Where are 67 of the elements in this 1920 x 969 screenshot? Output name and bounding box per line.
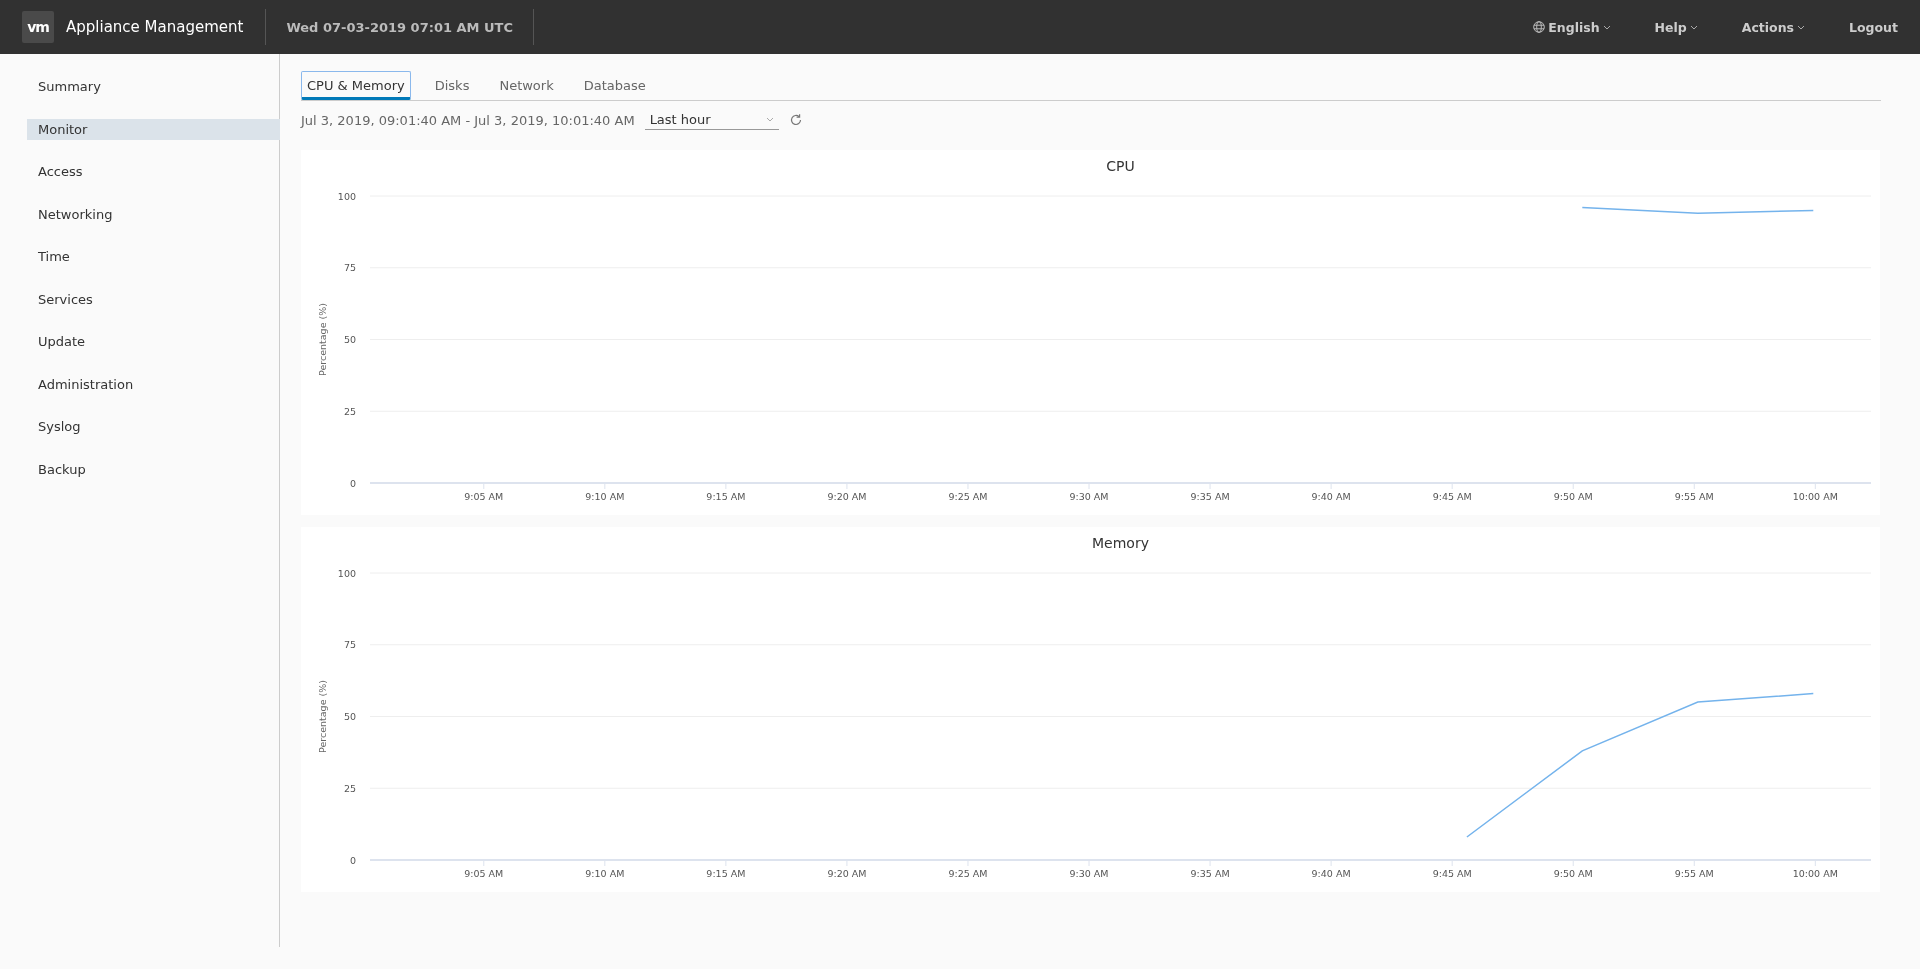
logo: vm — [22, 11, 54, 43]
caret-icon — [1689, 24, 1698, 30]
axis-tick-label: 50 — [343, 334, 356, 345]
sidebar-item[interactable]: Services — [27, 288, 280, 310]
caret-icon — [1602, 24, 1611, 30]
axis-tick-label: 9:05 AM — [464, 868, 504, 879]
axis-tick-label: 9:45 AM — [1432, 491, 1472, 502]
globe-icon — [1533, 21, 1546, 33]
axis-tick-label: 9:55 AM — [1674, 491, 1714, 502]
axis-tick-label: 9:30 AM — [1069, 868, 1109, 879]
axis-tick-label: 9:45 AM — [1432, 868, 1472, 879]
sidebar-item[interactable]: Update — [27, 331, 280, 352]
axis-tick-label: 9:35 AM — [1190, 491, 1230, 502]
axis-tick-label: 9:10 AM — [585, 868, 625, 879]
sidebar-item[interactable]: Syslog — [27, 416, 280, 437]
axis-tick-label: 9:50 AM — [1553, 491, 1593, 502]
axis-tick-label: 9:20 AM — [827, 868, 867, 879]
caret-icon — [765, 117, 774, 122]
axis-tick-label: 9:50 AM — [1553, 868, 1593, 879]
axis-tick-label: 9:25 AM — [948, 491, 988, 502]
axis-tick-label: 25 — [343, 782, 356, 794]
logout-link[interactable]: Logout — [1849, 19, 1898, 35]
menu-dropdown[interactable]: Actions — [1741, 19, 1806, 35]
axis-title: Percentage (%) — [317, 303, 328, 376]
axis-tick-label: 9:25 AM — [948, 868, 988, 879]
axis-tick-label: 100 — [337, 190, 356, 202]
axis-tick-label: 100 — [337, 567, 356, 579]
axis-tick-label: 0 — [349, 477, 356, 489]
axis-tick-label: 9:15 AM — [706, 868, 746, 879]
app-title: Appliance Management — [66, 9, 267, 45]
range-select[interactable]: Last hour — [644, 110, 779, 130]
sidebar-item[interactable]: Monitor — [27, 118, 280, 140]
sidebar-item[interactable]: Summary — [27, 76, 280, 97]
sidebar-item[interactable]: Administration — [27, 373, 280, 395]
language-menu[interactable]: English — [1533, 19, 1611, 35]
menu-dropdown[interactable]: Help — [1654, 19, 1698, 35]
axis-tick-label: 9:55 AM — [1674, 868, 1714, 879]
date-time: Wed 07-03-2019 07:01 AM UTC — [266, 9, 534, 45]
tab[interactable]: CPU & Memory — [301, 71, 411, 100]
sidebar-item[interactable]: Access — [27, 161, 280, 182]
axis-tick-label: 9:10 AM — [585, 491, 625, 502]
axis-tick-label: 10:00 AM — [1792, 491, 1838, 502]
axis-tick-label: 9:05 AM — [464, 491, 504, 502]
axis-tick-label: 0 — [349, 854, 356, 866]
axis-tick-label: 50 — [343, 711, 356, 722]
tab[interactable]: Network — [493, 71, 560, 100]
tab[interactable]: Disks — [428, 71, 476, 100]
axis-tick-label: 9:20 AM — [827, 491, 867, 502]
axis-tick-label: 75 — [343, 639, 356, 651]
chart-title: Memory — [1092, 535, 1149, 551]
axis-tick-label: 10:00 AM — [1792, 868, 1838, 879]
sidebar-item[interactable]: Time — [27, 246, 280, 267]
refresh-icon[interactable] — [788, 113, 803, 127]
tab[interactable]: Database — [577, 71, 652, 100]
axis-tick-label: 9:40 AM — [1311, 491, 1351, 502]
time-range: Jul 3, 2019, 09:01:40 AM - Jul 3, 2019, 10:01:40 AM — [301, 112, 635, 128]
axis-tick-label: 9:15 AM — [706, 491, 746, 502]
axis-tick-label: 75 — [343, 262, 356, 274]
chart-title: CPU — [1106, 158, 1135, 174]
sidebar-item[interactable]: Backup — [27, 458, 280, 480]
axis-tick-label: 9:40 AM — [1311, 868, 1351, 879]
axis-title: Percentage (%) — [317, 680, 328, 753]
sidebar-item[interactable]: Networking — [27, 203, 280, 225]
axis-tick-label: 25 — [343, 405, 356, 417]
axis-tick-label: 9:35 AM — [1190, 868, 1230, 879]
caret-icon — [1797, 24, 1806, 30]
axis-tick-label: 9:30 AM — [1069, 491, 1109, 502]
